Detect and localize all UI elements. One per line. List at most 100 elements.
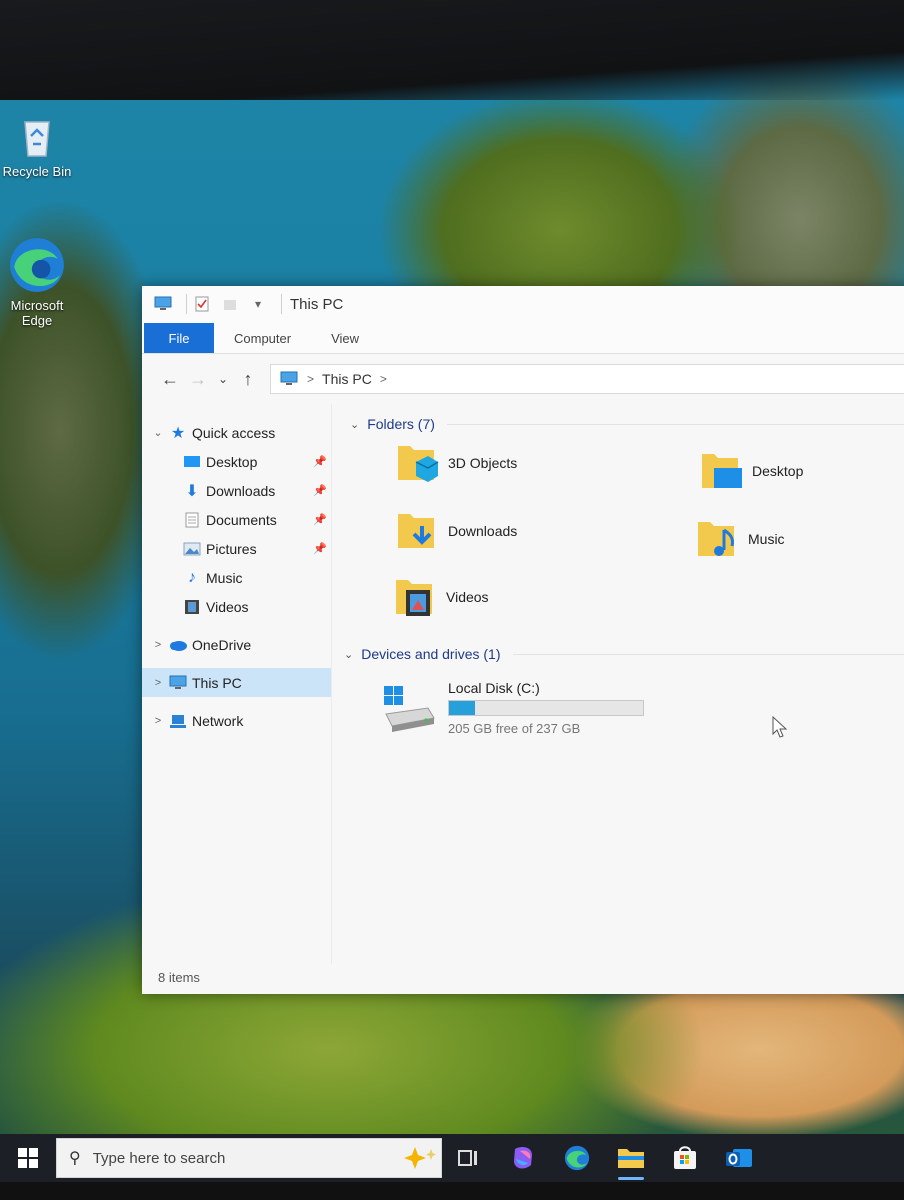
back-arrow-icon[interactable]: ← bbox=[156, 369, 184, 390]
nav-this-pc[interactable]: > This PC bbox=[142, 668, 331, 697]
taskbar: ⚲ Type here to search bbox=[0, 1134, 904, 1182]
status-bar-item-count: 8 items bbox=[158, 970, 200, 985]
downloads-folder-icon bbox=[398, 514, 434, 548]
expanded-chevron-icon[interactable]: ⌄ bbox=[344, 648, 353, 661]
desktop-icon-label: Recycle Bin bbox=[2, 164, 72, 179]
network-icon bbox=[168, 712, 188, 730]
folder-label: Downloads bbox=[448, 523, 518, 539]
nav-item-documents[interactable]: Documents 📌 bbox=[142, 505, 331, 534]
nav-item-pictures[interactable]: Pictures 📌 bbox=[142, 534, 331, 563]
nav-label: Pictures bbox=[206, 540, 257, 557]
nav-label: Videos bbox=[206, 598, 249, 615]
collapsed-chevron-icon[interactable]: > bbox=[148, 639, 168, 651]
recent-locations-chevron-icon[interactable]: ⌄ bbox=[212, 372, 234, 386]
tab-file[interactable]: File bbox=[144, 323, 214, 353]
cloud-icon bbox=[168, 636, 188, 654]
nav-item-videos[interactable]: Videos bbox=[142, 592, 331, 621]
folder-desktop[interactable]: Desktop bbox=[698, 448, 803, 494]
navigation-bar: ← → ⌄ ↑ > This PC > bbox=[142, 354, 904, 404]
drive-free-space: 205 GB free of 237 GB bbox=[448, 721, 581, 736]
breadcrumb-chevron-icon[interactable]: > bbox=[380, 372, 387, 386]
film-strip-icon bbox=[182, 598, 202, 616]
this-pc-icon bbox=[168, 674, 188, 692]
desktop-icon-edge[interactable]: Microsoft Edge bbox=[0, 234, 74, 328]
star-icon: ★ bbox=[170, 424, 186, 442]
pin-icon[interactable]: 📌 bbox=[313, 455, 327, 468]
file-explorer-icon[interactable] bbox=[604, 1134, 658, 1182]
folder-label: Desktop bbox=[752, 463, 804, 479]
nav-label: OneDrive bbox=[192, 636, 252, 653]
nav-item-downloads[interactable]: ⬇ Downloads 📌 bbox=[142, 476, 331, 505]
nav-item-desktop[interactable]: Desktop 📌 bbox=[142, 447, 331, 476]
nav-item-music[interactable]: ♪ Music bbox=[142, 563, 331, 592]
nav-label: Quick access bbox=[192, 424, 276, 441]
section-devices-and-drives[interactable]: ⌄ Devices and drives (1) bbox=[344, 646, 904, 662]
nav-network[interactable]: > Network bbox=[142, 706, 331, 735]
nav-quick-access[interactable]: ⌄ ★ Quick access bbox=[142, 418, 331, 447]
mouse-pointer-icon bbox=[772, 716, 788, 738]
windows-logo-icon bbox=[18, 1148, 38, 1168]
window-title: This PC bbox=[290, 295, 344, 313]
copilot-icon[interactable] bbox=[496, 1134, 550, 1182]
folder-music[interactable]: Music bbox=[694, 516, 785, 562]
customize-toolbar-chevron-icon[interactable]: ▾ bbox=[249, 295, 267, 313]
expanded-chevron-icon[interactable]: ⌄ bbox=[148, 426, 168, 439]
section-folders[interactable]: ⌄ Folders (7) bbox=[350, 416, 904, 432]
pin-icon[interactable]: 📌 bbox=[313, 513, 327, 526]
start-button[interactable] bbox=[0, 1134, 56, 1182]
screen-bezel-bottom bbox=[0, 1182, 904, 1200]
properties-icon[interactable] bbox=[193, 295, 211, 313]
drive-local-disk-c[interactable]: Local Disk (C:) 205 GB free of 237 GB bbox=[382, 680, 644, 736]
recycle-bin-icon bbox=[24, 121, 50, 157]
file-explorer-window[interactable]: ▾ This PC File Computer View ← → ⌄ ↑ > T… bbox=[142, 286, 904, 994]
pin-icon[interactable]: 📌 bbox=[313, 542, 327, 555]
folder-label: Videos bbox=[446, 589, 489, 605]
forward-arrow-icon[interactable]: → bbox=[184, 369, 212, 390]
ribbon-tabs: File Computer View bbox=[142, 322, 904, 354]
toolbar-divider bbox=[281, 294, 282, 314]
folder-label: Music bbox=[748, 531, 785, 547]
nav-onedrive[interactable]: > OneDrive bbox=[142, 630, 331, 659]
folder-label: 3D Objects bbox=[448, 455, 518, 471]
taskbar-search-box[interactable]: ⚲ Type here to search bbox=[56, 1138, 442, 1178]
task-view-icon[interactable] bbox=[442, 1134, 496, 1182]
search-placeholder: Type here to search bbox=[92, 1149, 226, 1167]
screen-bezel bbox=[0, 0, 904, 100]
desktop-icon-label: Microsoft Edge bbox=[10, 298, 64, 328]
breadcrumb-this-pc[interactable]: This PC bbox=[322, 371, 372, 387]
section-title: Devices and drives (1) bbox=[361, 646, 501, 662]
music-note-icon: ♪ bbox=[188, 568, 196, 586]
folder-downloads[interactable]: Downloads bbox=[394, 508, 517, 554]
folder-3d-objects[interactable]: 3D Objects bbox=[394, 440, 517, 486]
folder-videos[interactable]: Videos bbox=[392, 574, 489, 620]
breadcrumb-chevron-icon[interactable]: > bbox=[307, 372, 314, 386]
toolbar-divider bbox=[186, 294, 187, 314]
new-folder-icon[interactable] bbox=[221, 295, 239, 313]
nav-label: This PC bbox=[192, 674, 242, 691]
content-pane: ⌄ Folders (7) 3D Objects Desktop Downloa… bbox=[342, 404, 904, 964]
download-arrow-icon: ⬇ bbox=[185, 482, 199, 500]
desktop-folder-icon bbox=[702, 454, 742, 488]
drive-name: Local Disk (C:) bbox=[448, 680, 540, 696]
address-bar[interactable]: > This PC > bbox=[270, 364, 904, 394]
edge-icon bbox=[10, 238, 64, 292]
outlook-icon[interactable] bbox=[712, 1134, 766, 1182]
expanded-chevron-icon[interactable]: ⌄ bbox=[350, 418, 359, 431]
up-arrow-icon[interactable]: ↑ bbox=[234, 369, 262, 390]
microsoft-store-icon[interactable] bbox=[658, 1134, 712, 1182]
edge-icon[interactable] bbox=[550, 1134, 604, 1182]
title-bar[interactable]: ▾ This PC bbox=[142, 286, 904, 322]
nav-label: Network bbox=[192, 712, 244, 729]
section-divider bbox=[446, 423, 904, 425]
tab-view[interactable]: View bbox=[311, 323, 379, 353]
collapsed-chevron-icon[interactable]: > bbox=[148, 715, 168, 727]
collapsed-chevron-icon[interactable]: > bbox=[148, 677, 168, 689]
desktop-folder-icon bbox=[182, 453, 202, 471]
3d-objects-folder-icon bbox=[398, 446, 439, 482]
drive-usage-bar bbox=[448, 700, 644, 716]
desktop-icon-recycle-bin[interactable]: Recycle Bin bbox=[0, 110, 74, 179]
tab-computer[interactable]: Computer bbox=[214, 323, 311, 353]
search-highlights-sparkle-icon bbox=[404, 1147, 436, 1169]
pin-icon[interactable]: 📌 bbox=[313, 484, 327, 497]
music-folder-icon bbox=[698, 522, 734, 556]
